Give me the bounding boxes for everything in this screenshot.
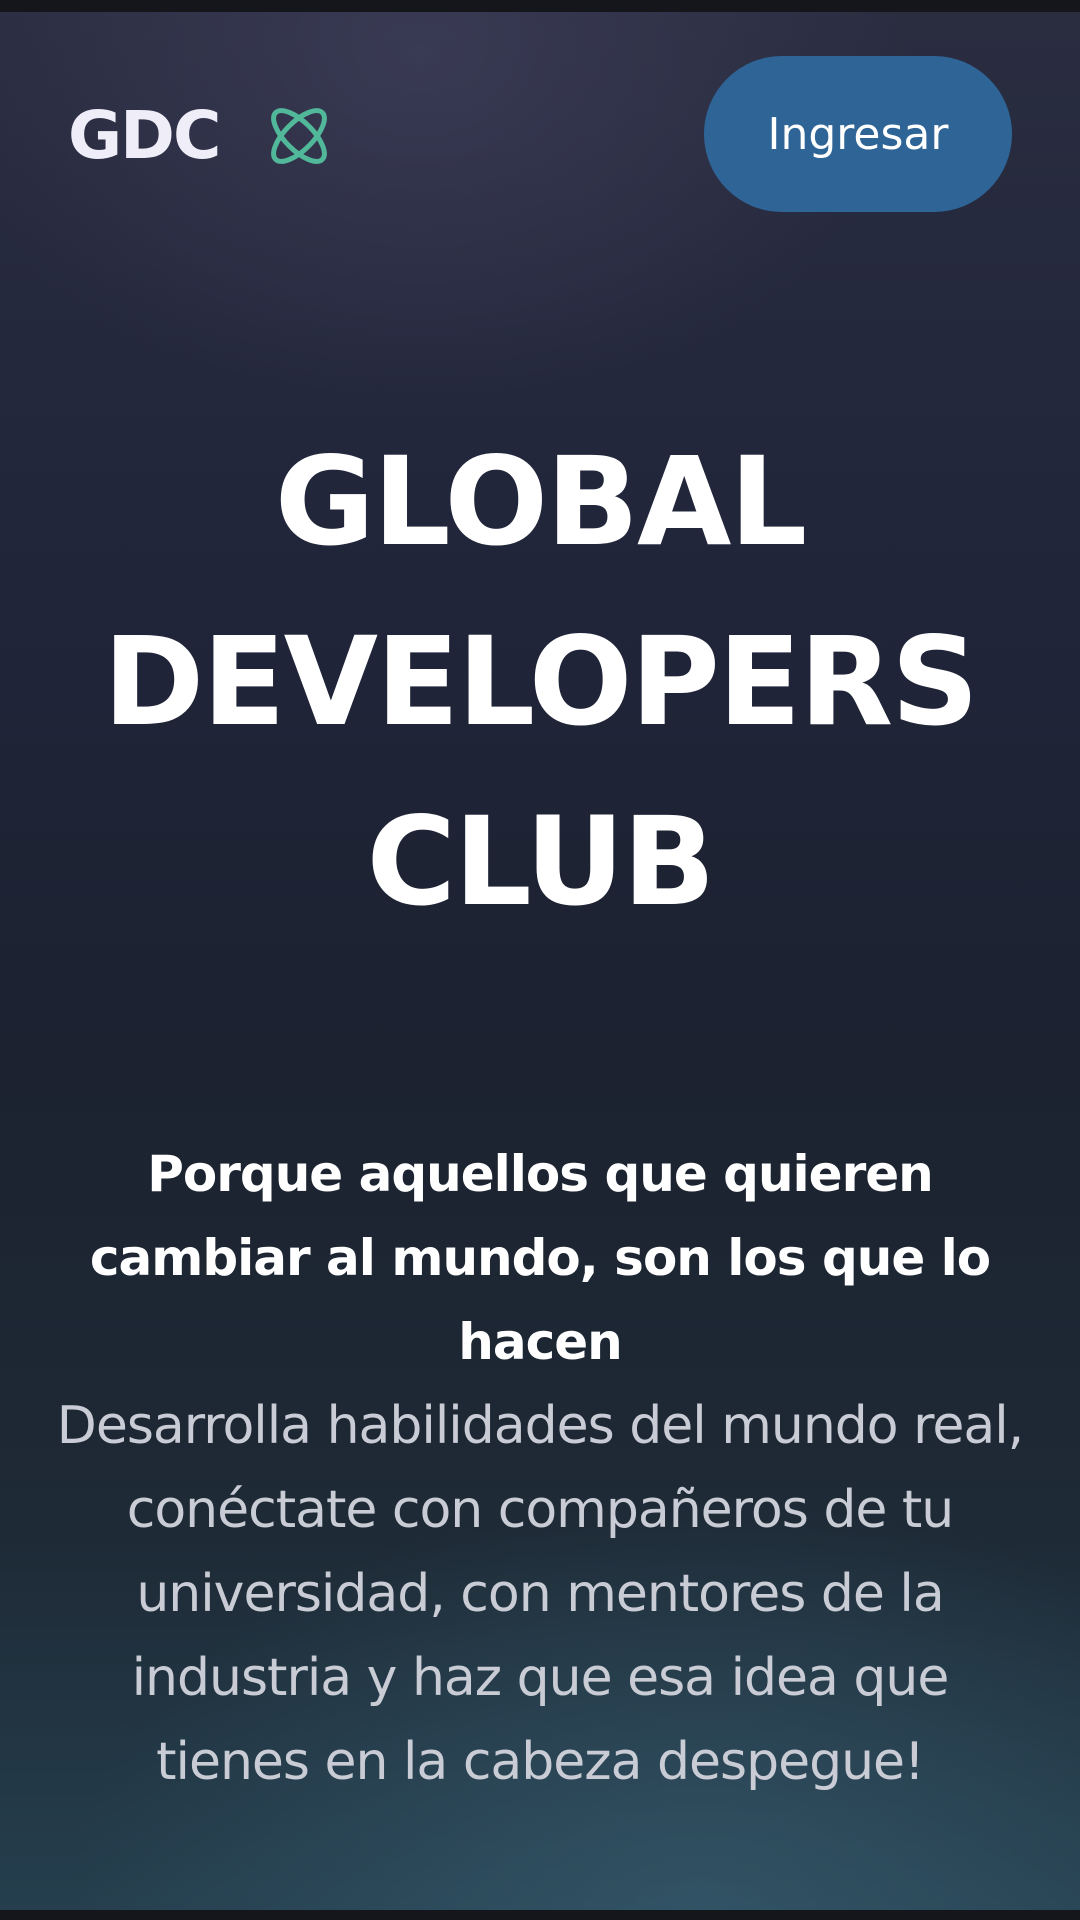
- hero-title-line: DEVELOPERS: [102, 611, 979, 753]
- hero-tagline: Porque aquellos que quieren cambiar al m…: [89, 1145, 991, 1371]
- top-header: GDC Ingresar: [0, 56, 1080, 216]
- hero-title-line: CLUB: [366, 791, 716, 933]
- brand-name: GDC: [68, 97, 221, 174]
- hero-title-line: GLOBAL: [274, 431, 807, 573]
- hero-description: Desarrolla habilidades del mundo real, c…: [56, 1396, 1024, 1792]
- login-button[interactable]: Ingresar: [704, 56, 1012, 212]
- landing-page: GDC Ingresar GLOBAL DEVELOPERS CLUB Porq…: [0, 0, 1080, 1920]
- atom-orbit-icon: [271, 108, 328, 164]
- brand-logo[interactable]: GDC: [68, 100, 335, 172]
- hero-title: GLOBAL DEVELOPERS CLUB: [0, 412, 1080, 952]
